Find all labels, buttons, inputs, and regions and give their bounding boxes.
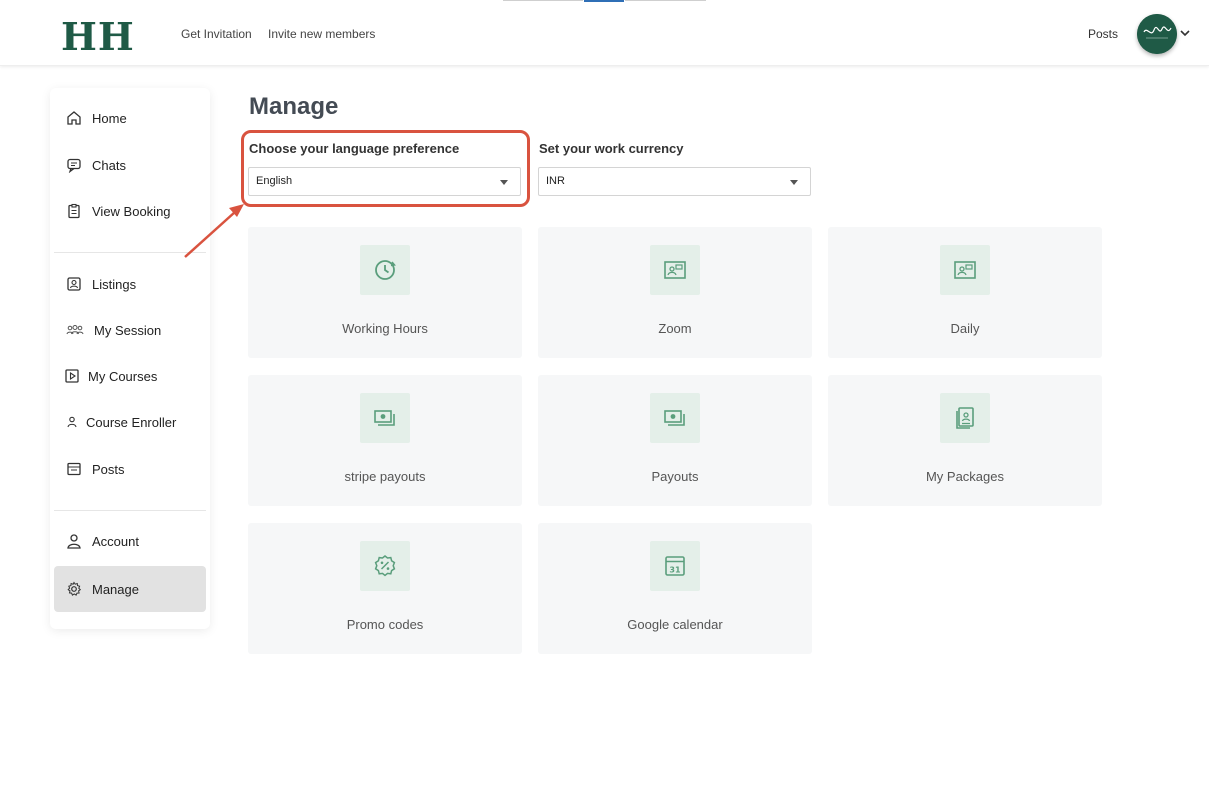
card-label: Payouts — [651, 469, 699, 484]
card-label: Promo codes — [346, 617, 424, 632]
card-label: Zoom — [658, 321, 692, 336]
card-zoom[interactable]: Zoom — [538, 227, 812, 358]
clock-icon — [375, 260, 396, 280]
card-working-hours[interactable]: Working Hours — [248, 227, 522, 358]
sidebar-item-home[interactable]: Home — [54, 96, 206, 140]
svg-text:31: 31 — [669, 566, 681, 575]
account-icon — [66, 533, 82, 549]
sidebar-item-manage[interactable]: Manage — [54, 566, 206, 612]
nav-get-invitation[interactable]: Get Invitation — [181, 27, 252, 41]
currency-label: Set your work currency — [539, 141, 684, 156]
money-icon — [374, 410, 395, 426]
currency-select[interactable]: INR — [538, 167, 811, 196]
chevron-down-icon[interactable] — [1179, 27, 1191, 39]
sidebar: Home Chats View Booking Listings My Sess… — [50, 88, 210, 629]
annotation-arrow-icon — [184, 204, 244, 258]
sidebar-item-label: My Session — [94, 322, 162, 338]
avatar-signature-icon — [1137, 14, 1177, 54]
video-icon — [664, 261, 686, 279]
package-icon — [956, 407, 974, 429]
sidebar-item-label: Posts — [92, 461, 125, 477]
sidebar-item-label: Account — [92, 533, 139, 549]
card-daily[interactable]: Daily — [828, 227, 1102, 358]
play-icon — [64, 368, 80, 384]
money-icon — [664, 410, 685, 426]
currency-select-value: INR — [546, 175, 565, 187]
clipboard-icon — [66, 203, 82, 219]
listing-icon — [66, 276, 82, 292]
card-promo-codes[interactable]: Promo codes — [248, 523, 522, 654]
sidebar-item-my-session[interactable]: My Session — [54, 308, 206, 352]
group-icon — [66, 322, 84, 338]
user-icon — [64, 414, 80, 430]
posts-icon — [66, 461, 82, 477]
sidebar-item-label: Listings — [92, 276, 137, 292]
card-label: Working Hours — [342, 321, 428, 336]
video-icon — [954, 261, 976, 279]
calendar-icon: 31 — [665, 556, 685, 576]
sidebar-item-posts[interactable]: Posts — [54, 447, 206, 491]
discount-icon — [374, 555, 396, 577]
sidebar-item-chats[interactable]: Chats — [54, 143, 206, 187]
card-stripe-payouts[interactable]: stripe payouts — [248, 375, 522, 506]
card-label: Google calendar — [627, 617, 723, 632]
sidebar-item-label: Manage — [92, 581, 139, 597]
chat-icon — [66, 157, 82, 173]
sidebar-item-account[interactable]: Account — [54, 519, 206, 563]
card-label: My Packages — [925, 469, 1005, 484]
sidebar-divider — [54, 510, 206, 511]
sidebar-item-label: My Courses — [88, 368, 158, 384]
card-google-calendar[interactable]: 31 Google calendar — [538, 523, 812, 654]
sidebar-item-my-courses[interactable]: My Courses — [54, 354, 206, 398]
highlight-box — [241, 130, 530, 207]
gear-icon — [66, 581, 82, 597]
card-label: stripe payouts — [344, 469, 426, 484]
sidebar-item-course-enroller[interactable]: Course Enroller — [54, 400, 206, 444]
dropdown-caret-icon — [790, 180, 798, 185]
avatar[interactable] — [1137, 14, 1177, 54]
sidebar-item-label: View Booking — [92, 203, 171, 219]
sidebar-item-label: Chats — [92, 157, 126, 173]
card-my-packages[interactable]: My Packages — [828, 375, 1102, 506]
top-header: HH Get Invitation Invite new members Pos… — [0, 0, 1209, 66]
card-payouts[interactable]: Payouts — [538, 375, 812, 506]
nav-posts[interactable]: Posts — [1088, 27, 1118, 41]
sidebar-item-listings[interactable]: Listings — [54, 262, 206, 306]
top-tabs-indicator — [503, 0, 706, 2]
page-title: Manage — [249, 93, 339, 120]
card-label: Daily — [950, 321, 980, 336]
nav-invite-members[interactable]: Invite new members — [268, 27, 375, 41]
home-icon — [66, 110, 82, 126]
logo[interactable]: HH — [61, 14, 135, 59]
sidebar-item-label: Course Enroller — [86, 414, 177, 430]
sidebar-item-label: Home — [92, 110, 127, 126]
